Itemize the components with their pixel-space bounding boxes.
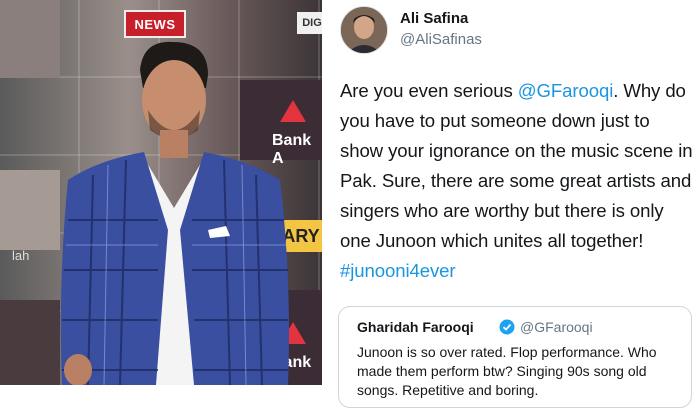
quoted-tweet-text: Junoon is so over rated. Flop performanc… bbox=[357, 344, 657, 398]
tweet-text: Are you even serious @GFarooqi. Why do y… bbox=[340, 76, 696, 286]
tweet-text-prefix: Are you even serious bbox=[340, 80, 518, 101]
person-figure bbox=[60, 41, 289, 385]
tweet-hashtag-link[interactable]: #junooni4ever bbox=[340, 260, 456, 281]
event-photo: NEWS DIG Bank A Bank A ARY lah bbox=[0, 0, 322, 385]
quoted-tweet[interactable]: Gharidah Farooqi @GFarooqi Junoon is so … bbox=[338, 306, 692, 408]
backdrop-text: lah bbox=[12, 248, 30, 263]
author-handle[interactable]: @AliSafinas bbox=[400, 31, 482, 48]
tweet-card: Ali Safina @AliSafinas Are you even seri… bbox=[322, 0, 696, 408]
verified-badge-icon bbox=[499, 319, 515, 335]
author-name[interactable]: Ali Safina bbox=[400, 10, 468, 27]
quoted-author-handle: @GFarooqi bbox=[520, 319, 593, 335]
dig-badge: DIG bbox=[297, 12, 322, 34]
tweet-mention-link[interactable]: @GFarooqi bbox=[518, 80, 614, 101]
tweet-text-body: . Why do you have to put someone down ju… bbox=[340, 80, 693, 251]
quoted-author-name: Gharidah Farooqi bbox=[357, 319, 474, 335]
avatar-image-icon bbox=[341, 7, 387, 53]
author-avatar[interactable] bbox=[340, 6, 388, 54]
